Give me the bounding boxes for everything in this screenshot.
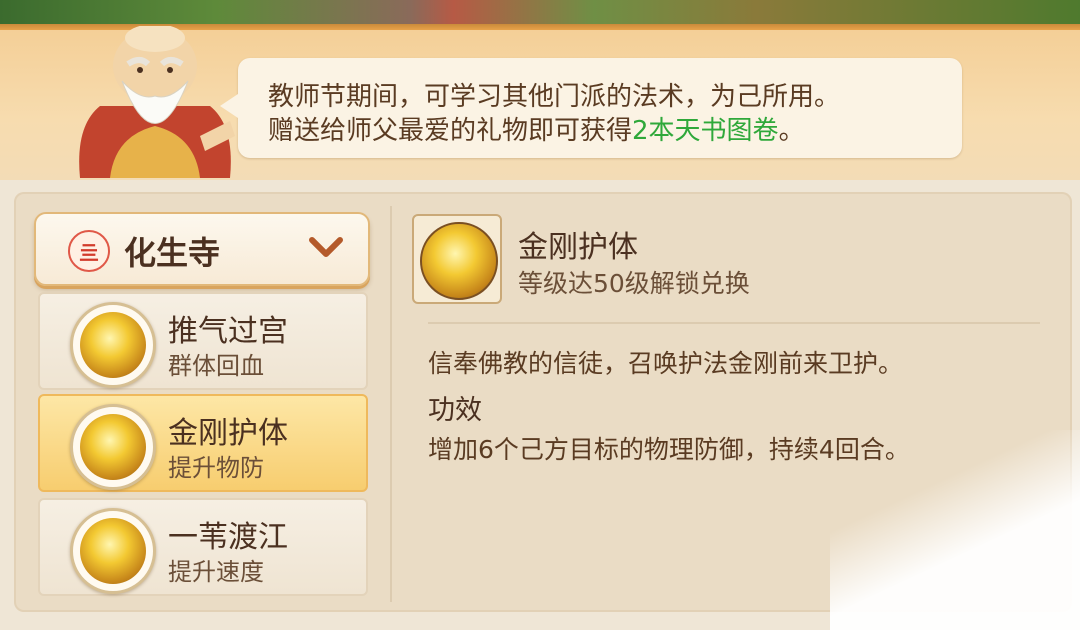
speech-line-2-suffix: 。	[778, 116, 805, 146]
effect-text: 增加6个己方目标的物理防御，持续4回合。	[428, 435, 910, 464]
twin-monk-icon	[70, 302, 156, 388]
chevron-down-icon	[309, 237, 343, 257]
skill-item-tuiqi[interactable]: 推气过宫 群体回血	[38, 292, 368, 390]
skill-desc: 群体回血	[168, 352, 264, 380]
speech-line-2-prefix: 赠送给师父最爱的礼物即可获得	[268, 116, 633, 146]
skill-name: 一苇渡江	[168, 520, 288, 555]
school-emblem-glyph: 亖	[79, 241, 99, 265]
detail-skill-title: 金刚护体	[518, 230, 638, 265]
skill-desc: 提升物防	[168, 454, 264, 482]
detail-divider	[428, 322, 1040, 324]
school-name: 化生寺	[124, 234, 221, 272]
reward-highlight: 2本天书图卷	[632, 116, 779, 146]
panel-divider	[390, 206, 392, 602]
detail-unlock-requirement: 等级达50级解锁兑换	[518, 269, 750, 298]
effect-heading: 功效	[428, 395, 482, 426]
school-emblem-icon: 亖	[68, 230, 110, 272]
speech-line-1: 教师节期间，可学习其他门派的法术，为己所用。	[268, 82, 841, 112]
detail-description: 信奉佛教的信徒，召唤护法金刚前来卫护。	[428, 349, 904, 378]
skill-name: 金刚护体	[168, 416, 288, 451]
guardian-vajra-icon	[70, 404, 156, 490]
detail-skill-icon-frame	[412, 214, 502, 304]
speech-line-2: 赠送给师父最爱的礼物即可获得2本天书图卷。	[268, 110, 805, 147]
speech-bubble: 教师节期间，可学习其他门派的法术，为己所用。 赠送给师父最爱的礼物即可获得2本天…	[220, 58, 962, 158]
skill-item-jingang[interactable]: 金刚护体 提升物防	[38, 394, 368, 492]
skill-name: 推气过宫	[168, 314, 288, 349]
skill-item-yiwei[interactable]: 一苇渡江 提升速度	[38, 498, 368, 596]
school-dropdown[interactable]: 亖 化生寺	[34, 212, 370, 286]
skill-desc: 提升速度	[168, 558, 264, 586]
reed-crossing-icon	[70, 508, 156, 594]
guardian-vajra-icon	[420, 222, 498, 300]
sage-master-portrait	[79, 26, 235, 178]
